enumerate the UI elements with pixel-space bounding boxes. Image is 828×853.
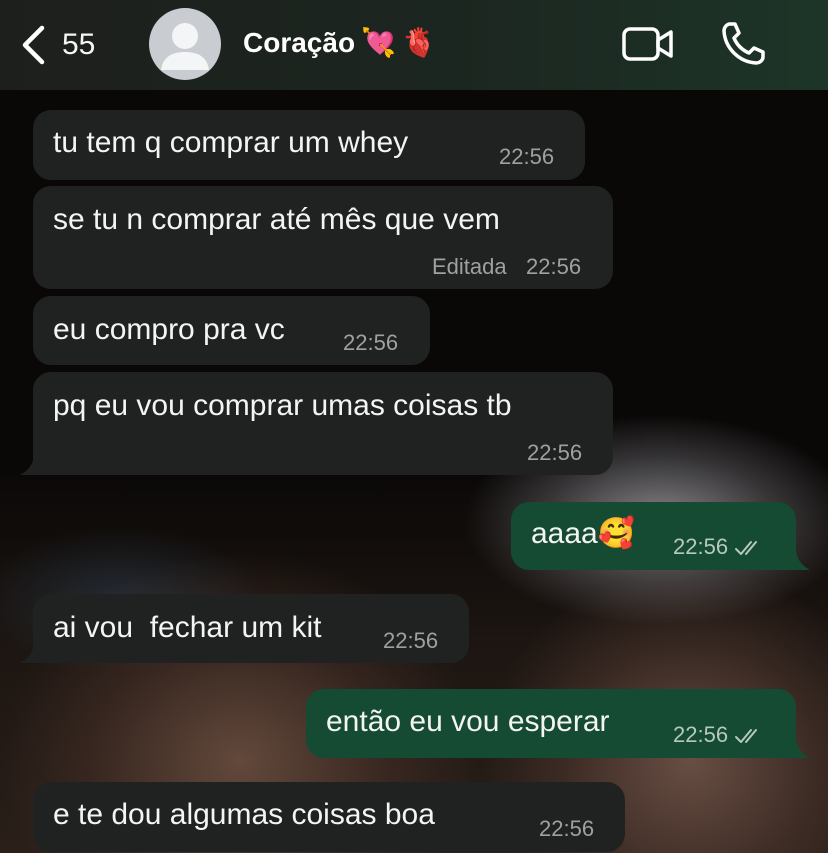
unread-count: 55 <box>62 28 96 61</box>
video-camera-icon <box>622 27 673 61</box>
message-text: então eu vou esperar <box>326 705 610 738</box>
message-bubble-incoming[interactable]: pq eu vou comprar umas coisas tb 22:56 <box>33 372 613 475</box>
message-bubble-outgoing[interactable]: aaaa🥰 22:56 <box>511 502 796 570</box>
bubble-tail <box>790 739 810 758</box>
heart-with-arrow-emoji: 💘 <box>361 27 396 58</box>
message-time: 22:56 <box>539 816 595 841</box>
bubble-tail <box>20 644 40 663</box>
default-avatar-icon <box>161 23 209 70</box>
message-bubble-incoming[interactable]: ai vou fechar um kit 22:56 <box>33 594 469 663</box>
chat-screen: 55 Coração 💘 🫀 tu tem q comprar um whey … <box>0 0 828 853</box>
message-bubble-incoming[interactable]: tu tem q comprar um whey 22:56 <box>33 110 585 180</box>
contact-name[interactable]: Coração 💘 🫀 <box>243 26 437 59</box>
message-edited-label: Editada <box>432 254 507 279</box>
chevron-left-icon <box>20 25 46 65</box>
message-text: tu tem q comprar um whey <box>53 126 409 159</box>
phone-icon <box>722 22 765 65</box>
message-bubble-incoming[interactable]: e te dou algumas coisas boa 22:56 <box>33 782 625 852</box>
message-time: 22:56 <box>527 440 583 465</box>
message-time: 22:56 <box>343 330 399 355</box>
back-button[interactable]: 55 <box>20 24 95 66</box>
bubble-tail <box>20 456 40 475</box>
double-check-icon <box>735 541 758 556</box>
message-time: 22:56 <box>526 254 582 279</box>
message-time: 22:56 <box>383 628 439 653</box>
message-time: 22:56 <box>673 534 729 559</box>
message-time-row: 22:56 <box>673 722 764 748</box>
contact-name-text: Coração <box>243 26 356 58</box>
message-bubble-incoming[interactable]: eu compro pra vc 22:56 <box>33 296 430 365</box>
message-text: aaaa🥰 <box>531 517 636 550</box>
video-call-button[interactable] <box>622 24 674 69</box>
anatomical-heart-emoji: 🫀 <box>401 27 437 58</box>
message-text: ai vou fechar um kit <box>53 611 322 644</box>
message-time-row: 22:56 <box>673 534 764 560</box>
message-time: 22:56 <box>499 144 555 169</box>
message-text: pq eu vou comprar umas coisas tb <box>53 389 512 422</box>
chat-header: 55 Coração 💘 🫀 <box>0 0 828 90</box>
message-bubble-incoming[interactable]: se tu n comprar até mês que vem Editada … <box>33 186 613 289</box>
message-bubble-outgoing[interactable]: então eu vou esperar 22:56 <box>306 689 796 758</box>
voice-call-button[interactable] <box>720 21 768 72</box>
avatar[interactable] <box>149 8 221 80</box>
message-text: se tu n comprar até mês que vem <box>53 203 500 236</box>
message-text: eu compro pra vc <box>53 313 285 346</box>
bubble-tail <box>790 551 810 570</box>
message-text: e te dou algumas coisas boa <box>53 798 435 831</box>
message-time: 22:56 <box>673 722 729 747</box>
double-check-icon <box>735 729 758 744</box>
